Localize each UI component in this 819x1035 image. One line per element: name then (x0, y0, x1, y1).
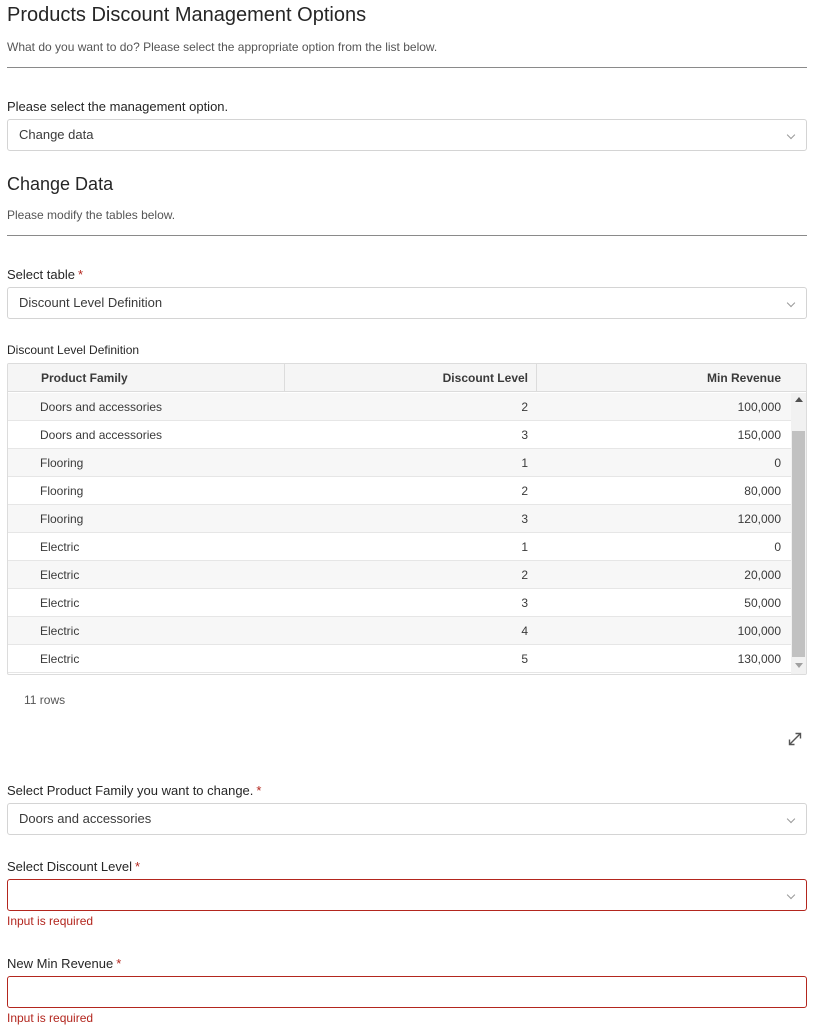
table-row[interactable]: Electric 1 0 (8, 533, 791, 561)
cell-min-revenue: 0 (774, 456, 781, 470)
cell-product-family: Flooring (40, 484, 84, 498)
chevron-down-icon (786, 298, 796, 308)
chevron-down-icon (786, 130, 796, 140)
cell-product-family: Electric (40, 624, 80, 638)
table-caption: Discount Level Definition (7, 343, 140, 357)
new-min-revenue-input[interactable] (7, 976, 807, 1008)
cell-product-family: Electric (40, 596, 80, 610)
product-family-label-text: Select Product Family you want to change… (7, 783, 254, 798)
table-row[interactable]: Flooring 2 80,000 (8, 477, 791, 505)
column-header-discount-level[interactable]: Discount Level (286, 364, 528, 392)
required-mark: * (256, 783, 262, 798)
cell-min-revenue: 130,000 (737, 652, 781, 666)
select-table-select[interactable]: Discount Level Definition (7, 287, 807, 319)
discount-level-label: Select Discount Level * (7, 859, 140, 874)
required-mark: * (135, 859, 141, 874)
table-row[interactable]: Doors and accessories 3 150,000 (8, 421, 791, 449)
cell-discount-level: 2 (521, 568, 528, 582)
new-min-revenue-label: New Min Revenue * (7, 956, 121, 971)
required-mark: * (77, 267, 83, 282)
cell-discount-level: 2 (521, 400, 528, 414)
cell-min-revenue: 0 (774, 540, 781, 554)
row-count: 11 rows (24, 693, 66, 707)
cell-discount-level: 3 (521, 512, 528, 526)
table-row[interactable]: Electric 3 50,000 (8, 589, 791, 617)
cell-discount-level: 1 (521, 456, 528, 470)
product-family-label: Select Product Family you want to change… (7, 783, 261, 798)
product-family-select[interactable]: Doors and accessories (7, 803, 807, 835)
table-row[interactable]: Flooring 3 120,000 (8, 505, 791, 533)
select-table-label-text: Select table (7, 267, 75, 282)
chevron-down-icon (786, 814, 796, 824)
cell-min-revenue: 80,000 (744, 484, 781, 498)
cell-min-revenue: 100,000 (737, 624, 781, 638)
cell-product-family: Flooring (40, 456, 84, 470)
page-title: Products Discount Management Options (7, 4, 367, 26)
management-option-label: Please select the management option. (7, 99, 229, 114)
scrollbar-thumb[interactable] (792, 431, 805, 657)
cell-product-family: Flooring (40, 512, 84, 526)
section-subtitle: Please modify the tables below. (7, 208, 176, 222)
column-header-min-revenue[interactable]: Min Revenue (538, 364, 781, 392)
expand-diagonal-icon[interactable] (786, 730, 804, 748)
new-min-revenue-label-text: New Min Revenue (7, 956, 114, 971)
cell-discount-level: 5 (521, 652, 528, 666)
table-scrollbar[interactable] (791, 393, 806, 674)
cell-min-revenue: 120,000 (737, 512, 781, 526)
table-row[interactable]: Electric 2 20,000 (8, 561, 791, 589)
table-row[interactable]: Electric 4 100,000 (8, 617, 791, 645)
management-option-select[interactable]: Change data (7, 119, 807, 151)
select-table-label: Select table * (7, 267, 83, 282)
select-table-value: Discount Level Definition (19, 295, 163, 310)
cell-min-revenue: 20,000 (744, 568, 781, 582)
product-family-value: Doors and accessories (19, 811, 152, 826)
data-table[interactable]: Product Family Discount Level Min Revenu… (7, 363, 807, 675)
section-title: Change Data (7, 174, 114, 194)
column-divider (284, 364, 285, 392)
page-subtitle: What do you want to do? Please select th… (7, 40, 438, 54)
chevron-down-icon (786, 890, 796, 900)
divider (7, 235, 807, 236)
scroll-down-arrow-icon[interactable] (795, 663, 803, 668)
new-min-revenue-error: Input is required (7, 1011, 94, 1025)
cell-discount-level: 2 (521, 484, 528, 498)
column-header-product-family[interactable]: Product Family (41, 364, 128, 392)
cell-product-family: Electric (40, 568, 80, 582)
cell-discount-level: 4 (521, 624, 528, 638)
table-header: Product Family Discount Level Min Revenu… (8, 364, 806, 392)
table-row[interactable]: Electric 5 130,000 (8, 645, 791, 673)
cell-product-family: Electric (40, 540, 80, 554)
cell-product-family: Doors and accessories (40, 428, 163, 442)
cell-product-family: Electric (40, 652, 80, 666)
discount-level-label-text: Select Discount Level (7, 859, 133, 874)
management-option-value: Change data (19, 127, 94, 142)
cell-min-revenue: 100,000 (737, 400, 781, 414)
table-row[interactable]: Flooring 1 0 (8, 449, 791, 477)
table-row[interactable]: Doors and accessories 2 100,000 (8, 393, 791, 421)
cell-min-revenue: 150,000 (737, 428, 781, 442)
cell-discount-level: 3 (521, 596, 528, 610)
scroll-up-arrow-icon[interactable] (795, 397, 803, 402)
required-mark: * (116, 956, 122, 971)
divider (7, 67, 807, 68)
discount-level-error: Input is required (7, 914, 94, 928)
cell-discount-level: 3 (521, 428, 528, 442)
column-divider (536, 364, 537, 392)
discount-level-select[interactable] (7, 879, 807, 911)
table-body: Doors and accessories 2 100,000 Doors and a… (8, 393, 791, 673)
cell-min-revenue: 50,000 (744, 596, 781, 610)
cell-discount-level: 1 (521, 540, 528, 554)
cell-product-family: Doors and accessories (40, 400, 163, 414)
